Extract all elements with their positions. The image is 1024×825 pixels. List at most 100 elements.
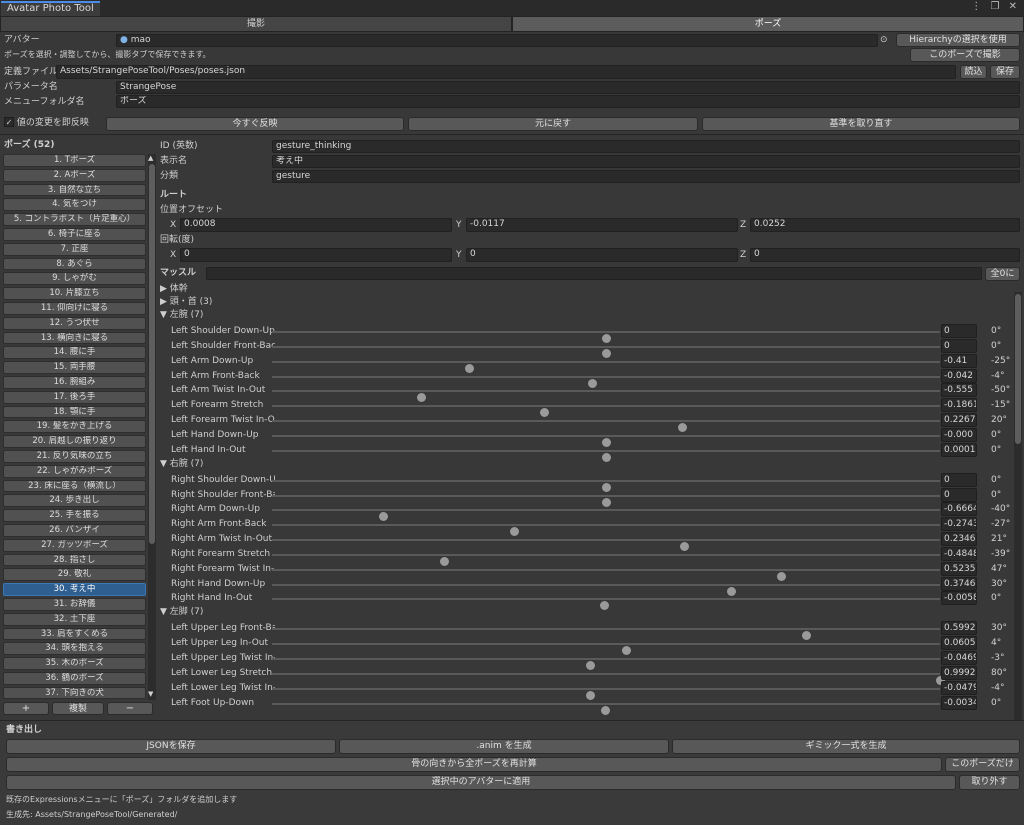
muscle-slider-track[interactable] [272, 449, 940, 462]
muscle-value-field[interactable]: -0.000 [941, 427, 977, 442]
muscle-slider-handle[interactable] [600, 705, 610, 715]
generate-gimmick-button[interactable]: ギミック一式を生成 [672, 739, 1020, 754]
muscle-value-field[interactable]: 0 [941, 472, 977, 487]
menu-field[interactable]: ポーズ [116, 95, 1020, 108]
delete-pose-button[interactable]: − [107, 702, 153, 715]
pose-list-item[interactable]: 4. 気をつけ [3, 198, 146, 212]
pose-list-item[interactable]: 32. 土下座 [3, 612, 146, 626]
object-picker-icon[interactable]: ⊙ [880, 34, 888, 46]
scroll-up-icon[interactable]: ▲ [148, 152, 153, 164]
muscle-slider-track[interactable] [272, 628, 940, 641]
pose-list-item[interactable]: 13. 横向きに寝る [3, 331, 146, 345]
rebase-button[interactable]: 基準を取り直す [702, 117, 1020, 131]
pose-list-item[interactable]: 2. Aポーズ [3, 168, 146, 182]
scroll-down-icon[interactable]: ▼ [148, 688, 153, 700]
pos-x-field[interactable]: 0.0008 [180, 218, 452, 232]
muscle-slider-track[interactable] [272, 420, 940, 433]
muscle-value-field[interactable]: 0.9992 [941, 665, 977, 680]
muscle-value-field[interactable]: -0.042 [941, 368, 977, 383]
muscle-slider-track[interactable] [272, 687, 940, 700]
add-pose-button[interactable]: + [3, 702, 49, 715]
muscle-slider-track[interactable] [272, 494, 940, 507]
muscle-value-field[interactable]: -0.6664 [941, 502, 977, 517]
muscle-slider-track[interactable] [272, 643, 940, 656]
muscle-slider-track[interactable] [272, 434, 940, 447]
pose-list-item[interactable]: 27. ガッツポーズ [3, 538, 146, 552]
pose-list-item[interactable]: 11. 仰向けに寝る [3, 301, 146, 315]
remove-button[interactable]: 取り外す [959, 775, 1020, 790]
this-pose-only-button[interactable]: このポーズだけ [945, 757, 1020, 772]
muscle-value-field[interactable]: -0.0058 [941, 591, 977, 606]
muscle-slider-track[interactable] [272, 672, 945, 685]
pose-list-item[interactable]: 21. 反り気味の立ち [3, 449, 146, 463]
muscle-search-field[interactable] [206, 267, 982, 280]
muscle-value-field[interactable]: 0.2267 [941, 413, 977, 428]
pose-list-item[interactable]: 23. 床に座る（横流し） [3, 479, 146, 493]
muscle-value-field[interactable]: 0 [941, 338, 977, 353]
pose-list-item[interactable]: 19. 髪をかき上げる [3, 420, 146, 434]
zero-all-button[interactable]: 全0に [985, 267, 1020, 281]
muscle-value-field[interactable]: 0 [941, 487, 977, 502]
muscle-slider-track[interactable] [272, 479, 940, 492]
muscle-slider-track[interactable] [272, 658, 940, 670]
muscle-group-header[interactable]: ▼ 右腕 (7) [160, 458, 203, 470]
muscle-value-field[interactable]: 0.5235 [941, 561, 977, 576]
pose-list-item[interactable]: 5. コントラポスト（片足重心） [3, 213, 146, 226]
muscle-value-field[interactable]: 0.0605 [941, 636, 977, 651]
muscle-slider-track[interactable] [272, 331, 940, 343]
pose-list-item[interactable]: 16. 腕組み [3, 375, 146, 389]
group-head-neck[interactable]: ▶ 頭・首 (3) [160, 296, 212, 308]
pose-list-item[interactable]: 6. 椅子に座る [3, 227, 146, 241]
muscle-value-field[interactable]: -0.555 [941, 383, 977, 398]
muscle-value-field[interactable]: 0.3746 [941, 576, 977, 591]
muscle-scroll-thumb[interactable] [1015, 294, 1021, 444]
pos-z-field[interactable]: 0.0252 [750, 218, 1020, 232]
pose-list-item[interactable]: 36. 鶴のポーズ [3, 671, 146, 685]
category-field[interactable]: gesture [272, 170, 1020, 183]
tab-pose[interactable]: ポーズ [512, 16, 1024, 32]
pose-list-item[interactable]: 29. 敬礼 [3, 568, 146, 582]
muscle-value-field[interactable]: -0.0469 [941, 651, 977, 665]
deffile-field[interactable]: Assets/StrangePoseTool/Poses/poses.json [56, 65, 956, 79]
pose-list-item[interactable]: 14. 腰に手 [3, 346, 146, 360]
pos-y-field[interactable]: -0.0117 [466, 218, 738, 232]
muscle-slider-track[interactable] [272, 702, 940, 715]
muscle-slider-track[interactable] [272, 553, 940, 566]
save-json-button[interactable]: JSONを保存 [6, 739, 336, 754]
pose-list-scroll-thumb[interactable] [149, 164, 155, 544]
pose-list-item[interactable]: 18. 顎に手 [3, 405, 146, 419]
muscle-slider-handle[interactable] [602, 452, 612, 462]
pose-list-item[interactable]: 1. Tポーズ [3, 154, 146, 167]
pose-list-item[interactable]: 26. バンザイ [3, 523, 146, 537]
muscle-group-header[interactable]: ▼ 左脚 (7) [160, 606, 203, 618]
muscle-value-field[interactable]: 0.0001 [941, 442, 977, 457]
pose-list-item[interactable]: 7. 正座 [3, 242, 146, 256]
muscle-value-field[interactable]: 0.5992 [941, 621, 977, 636]
muscle-slider-track[interactable] [272, 598, 940, 611]
avatar-field[interactable]: ● mao [116, 34, 878, 47]
muscle-value-field[interactable]: -0.2743 [941, 517, 977, 532]
id-field[interactable]: gesture_thinking [272, 140, 1020, 153]
muscle-slider-track[interactable] [272, 360, 940, 373]
pose-list-item[interactable]: 12. うつ伏せ [3, 316, 146, 330]
pose-list-item[interactable]: 9. しゃがむ [3, 272, 146, 286]
rot-z-field[interactable]: 0 [750, 248, 1020, 262]
pose-list-item[interactable]: 35. 木のポーズ [3, 657, 146, 670]
duplicate-pose-button[interactable]: 複製 [52, 702, 104, 715]
pose-list-item[interactable]: 3. 自然な立ち [3, 183, 146, 197]
pose-list-item[interactable]: 34. 頭を抱える [3, 642, 146, 656]
revert-button[interactable]: 元に戻す [408, 117, 698, 131]
muscle-slider-handle[interactable] [600, 601, 610, 611]
muscle-value-field[interactable]: -0.0479 [941, 680, 977, 695]
pose-list-item[interactable]: 22. しゃがみポーズ [3, 464, 146, 478]
pose-list-item[interactable]: 20. 肩越しの振り返り [3, 435, 146, 448]
muscle-slider-track[interactable] [272, 405, 940, 418]
muscle-value-field[interactable]: 0.2346 [941, 532, 977, 547]
group-torso[interactable]: ▶ 体幹 [160, 283, 188, 295]
recalc-all-button[interactable]: 骨の向きから全ポーズを再計算 [6, 757, 942, 772]
pose-list-item[interactable]: 10. 片膝立ち [3, 287, 146, 300]
pose-list-item[interactable]: 25. 手を振る [3, 509, 146, 522]
muscle-slider-track[interactable] [272, 568, 940, 581]
muscle-slider-track[interactable] [272, 345, 940, 358]
muscle-slider-track[interactable] [272, 524, 940, 537]
